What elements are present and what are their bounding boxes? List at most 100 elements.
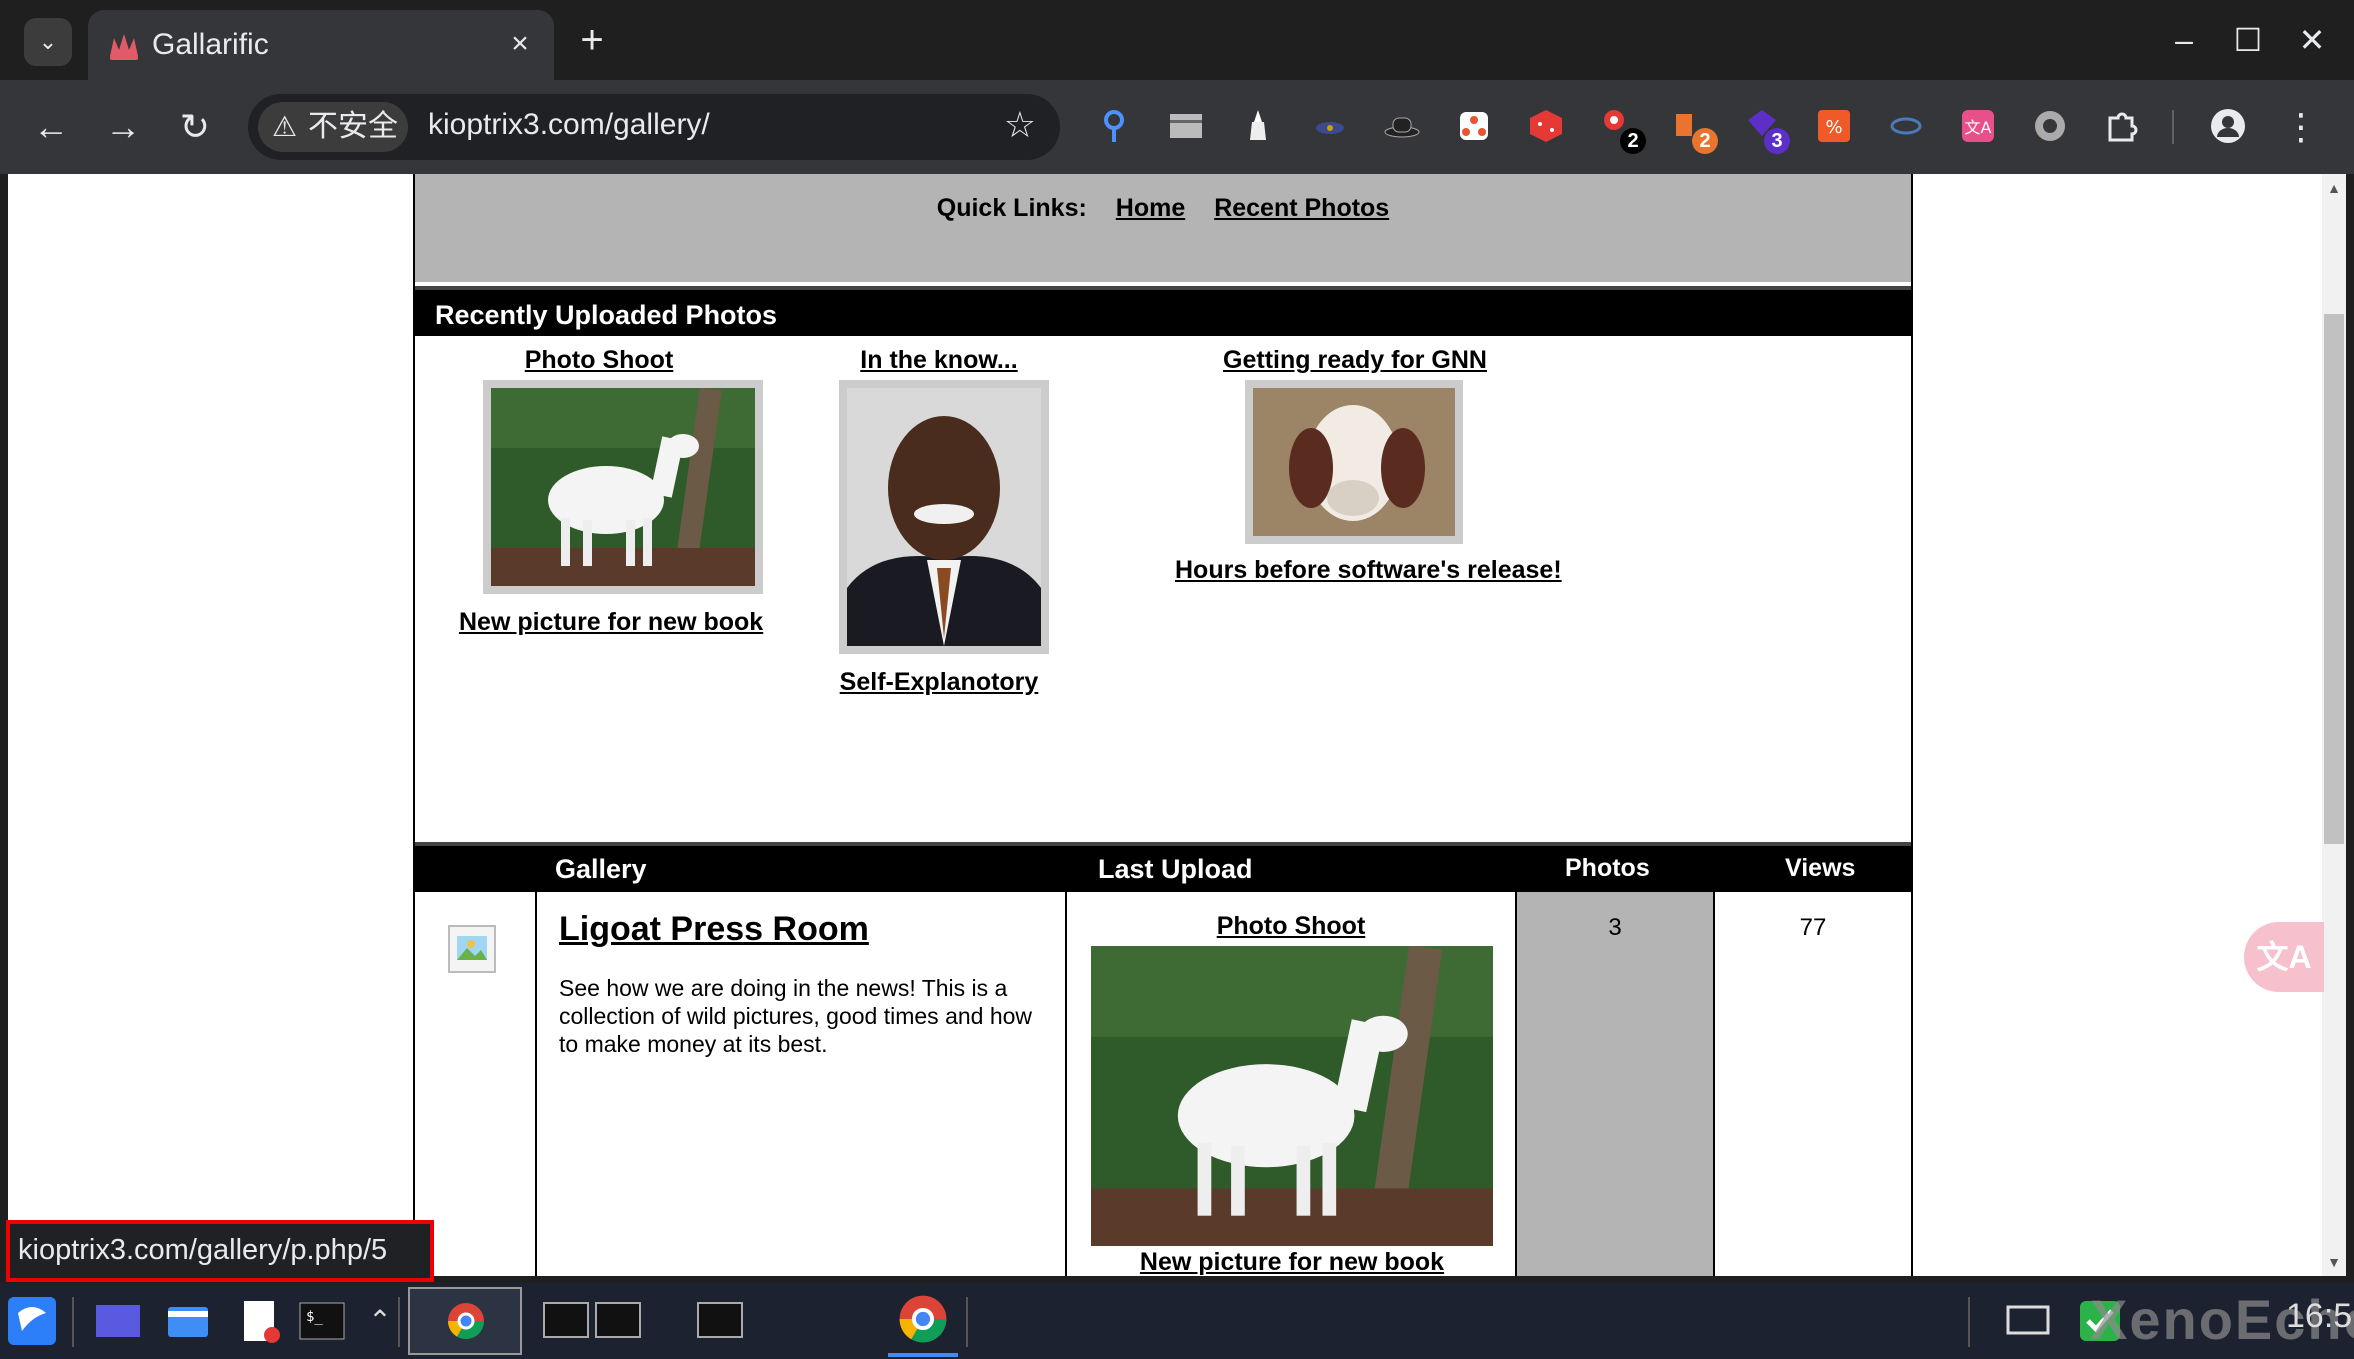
- extension-with-badge-2[interactable]: 2: [1670, 106, 1718, 154]
- security-chip[interactable]: ⚠ 不安全: [258, 102, 408, 152]
- recent-photo-title[interactable]: In the know...: [799, 346, 1079, 375]
- tray-expand-icon[interactable]: ⌃: [356, 1297, 404, 1345]
- tab-search-button[interactable]: ⌄: [24, 18, 72, 66]
- photos-count: 3: [1608, 914, 1622, 941]
- scroll-down-icon[interactable]: ▼: [2322, 1250, 2346, 1274]
- taskbar-separator: [398, 1297, 400, 1347]
- recent-photo-caption[interactable]: Hours before software's release!: [1175, 556, 1562, 585]
- chrome-icon: [448, 1303, 484, 1340]
- table-row: Ligoat Press Room See how we are doing i…: [415, 892, 1911, 1276]
- reload-icon[interactable]: ↻: [170, 102, 220, 152]
- scrollbar-thumb[interactable]: [2324, 314, 2344, 844]
- recent-photo-caption-cell: Self-Explanotory: [799, 640, 1079, 697]
- recent-photo-title[interactable]: Getting ready for GNN: [1215, 346, 1495, 375]
- link-status-bubble: kioptrix3.com/gallery/p.php/5: [6, 1220, 434, 1282]
- page-viewport: Quick Links: Home Recent Photos Recently…: [8, 174, 2322, 1276]
- svg-text:文A: 文A: [1965, 118, 1992, 137]
- taskbar-separator: [1968, 1297, 1970, 1347]
- bookmark-star-icon[interactable]: ☆: [1004, 104, 1036, 146]
- clock: 16:56: [2286, 1297, 2354, 1335]
- maximize-icon[interactable]: ☐: [2226, 18, 2270, 62]
- os-taskbar: $_ ⌃ XenoEcho 16:56: [0, 1283, 2354, 1359]
- translate-extension-icon[interactable]: 文A: [1958, 106, 1998, 146]
- gallery-thumbnail-icon[interactable]: [445, 922, 499, 976]
- views-count-cell: 77: [1713, 892, 1911, 1276]
- browser-chrome: ⌄ Gallarific × + – ☐ ✕ ← → ↻ ⚠ 不安全 kiopt…: [0, 0, 2354, 174]
- chrome-icon: [899, 1295, 947, 1343]
- browser-toolbar: ← → ↻ ⚠ 不安全 kioptrix3.com/gallery/ ☆ 2 2: [0, 80, 2354, 174]
- text-editor-icon[interactable]: [236, 1297, 284, 1345]
- hexagon-extension-icon[interactable]: [1886, 106, 1926, 146]
- file-manager-icon[interactable]: [164, 1297, 212, 1345]
- puzzle-extensions-icon[interactable]: [2102, 106, 2142, 146]
- gallery-info-cell: Ligoat Press Room See how we are doing i…: [535, 892, 1065, 1276]
- quick-link-home[interactable]: Home: [1116, 194, 1185, 222]
- ink-bottle-icon[interactable]: [1238, 106, 1278, 146]
- recent-photo-caption[interactable]: Self-Explanotory: [799, 668, 1079, 697]
- kebab-menu-icon[interactable]: ⋮: [2276, 102, 2326, 152]
- gallery-name-link[interactable]: Ligoat Press Room: [559, 910, 869, 949]
- header-last-upload: Last Upload: [1098, 854, 1253, 884]
- translate-floating-button[interactable]: 文A: [2244, 922, 2324, 992]
- launcher-icon[interactable]: [8, 1297, 56, 1345]
- recent-photo-thumbnail[interactable]: [839, 380, 1049, 654]
- security-label: 不安全: [308, 110, 398, 143]
- profile-avatar-icon[interactable]: [2208, 106, 2248, 146]
- extension-badge: 2: [1692, 128, 1718, 154]
- eye-extension-icon[interactable]: [1310, 106, 1350, 146]
- taskbar-chrome-window[interactable]: [408, 1287, 522, 1355]
- extension-with-badge-3[interactable]: 3: [1742, 106, 1790, 154]
- recent-photo-title[interactable]: Photo Shoot: [459, 346, 739, 375]
- translate-icon: 文A: [2256, 939, 2312, 975]
- page-scrollbar[interactable]: ▲ ▼: [2322, 174, 2346, 1276]
- record-extension-icon[interactable]: [2030, 106, 2070, 146]
- terminal-icon[interactable]: $_: [298, 1297, 346, 1345]
- header-views: Views: [1785, 854, 1856, 882]
- new-tab-button[interactable]: +: [570, 18, 614, 62]
- favicon-icon: [110, 34, 138, 60]
- recent-photo-thumbnail[interactable]: [1245, 380, 1463, 544]
- recent-photo-card: Getting ready for GNN: [1215, 346, 1495, 375]
- goat-face-photo-image: [1253, 388, 1455, 536]
- url-text: kioptrix3.com/gallery/: [428, 108, 710, 141]
- last-upload-caption[interactable]: New picture for new book: [1067, 1248, 1517, 1276]
- tab-title: Gallarific: [152, 28, 269, 61]
- recent-photo-thumbnail[interactable]: [483, 380, 763, 594]
- gallery-container: Quick Links: Home Recent Photos Recently…: [413, 174, 1913, 1276]
- last-upload-photo[interactable]: [1091, 946, 1493, 1246]
- window-extension-icon[interactable]: [1166, 106, 1206, 146]
- svg-text:$_: $_: [306, 1309, 323, 1325]
- minimize-icon[interactable]: –: [2162, 18, 2206, 62]
- extension-badge: 2: [1620, 128, 1646, 154]
- extension-badge: 3: [1764, 128, 1790, 154]
- tab-close-icon[interactable]: ×: [502, 26, 538, 62]
- quick-links-label: Quick Links:: [936, 194, 1087, 222]
- hat-extension-icon[interactable]: [1382, 106, 1422, 146]
- recent-photo-card: Photo Shoot: [459, 346, 739, 375]
- quick-link-recent-photos[interactable]: Recent Photos: [1214, 194, 1389, 222]
- script-extension-icon[interactable]: %: [1814, 106, 1854, 146]
- last-upload-title[interactable]: Photo Shoot: [1067, 912, 1515, 941]
- recent-photo-caption[interactable]: New picture for new book: [459, 608, 763, 637]
- gallery-table-header: Gallery Last Upload Photos Views: [415, 842, 1911, 892]
- back-icon[interactable]: ←: [26, 102, 76, 152]
- scroll-up-icon[interactable]: ▲: [2322, 176, 2346, 200]
- recent-section-header: Recently Uploaded Photos: [415, 286, 1911, 336]
- extension-with-badge-1[interactable]: 2: [1598, 106, 1646, 154]
- taskbar-chrome-active[interactable]: [888, 1287, 958, 1357]
- cube-extension-icon[interactable]: [1526, 106, 1566, 146]
- close-window-icon[interactable]: ✕: [2290, 18, 2334, 62]
- forward-icon[interactable]: →: [98, 102, 148, 152]
- screen-icon[interactable]: [2004, 1297, 2052, 1345]
- desktop-icon[interactable]: [94, 1297, 142, 1345]
- tab-gallarific[interactable]: Gallarific ×: [88, 10, 554, 80]
- status-url: kioptrix3.com/gallery/p.php/5: [18, 1234, 388, 1266]
- tab-strip: ⌄ Gallarific × + – ☐ ✕: [0, 0, 2354, 80]
- terminal-window-icon[interactable]: [696, 1297, 744, 1345]
- location-pin-icon[interactable]: [1094, 106, 1134, 146]
- address-bar[interactable]: ⚠ 不安全 kioptrix3.com/gallery/ ☆: [248, 94, 1060, 160]
- terminal-windows-group-icon[interactable]: [540, 1297, 644, 1345]
- recent-photo-caption-cell: Hours before software's release!: [1175, 526, 1562, 585]
- network-extension-icon[interactable]: [1454, 106, 1494, 146]
- portrait-photo-image: [847, 388, 1041, 646]
